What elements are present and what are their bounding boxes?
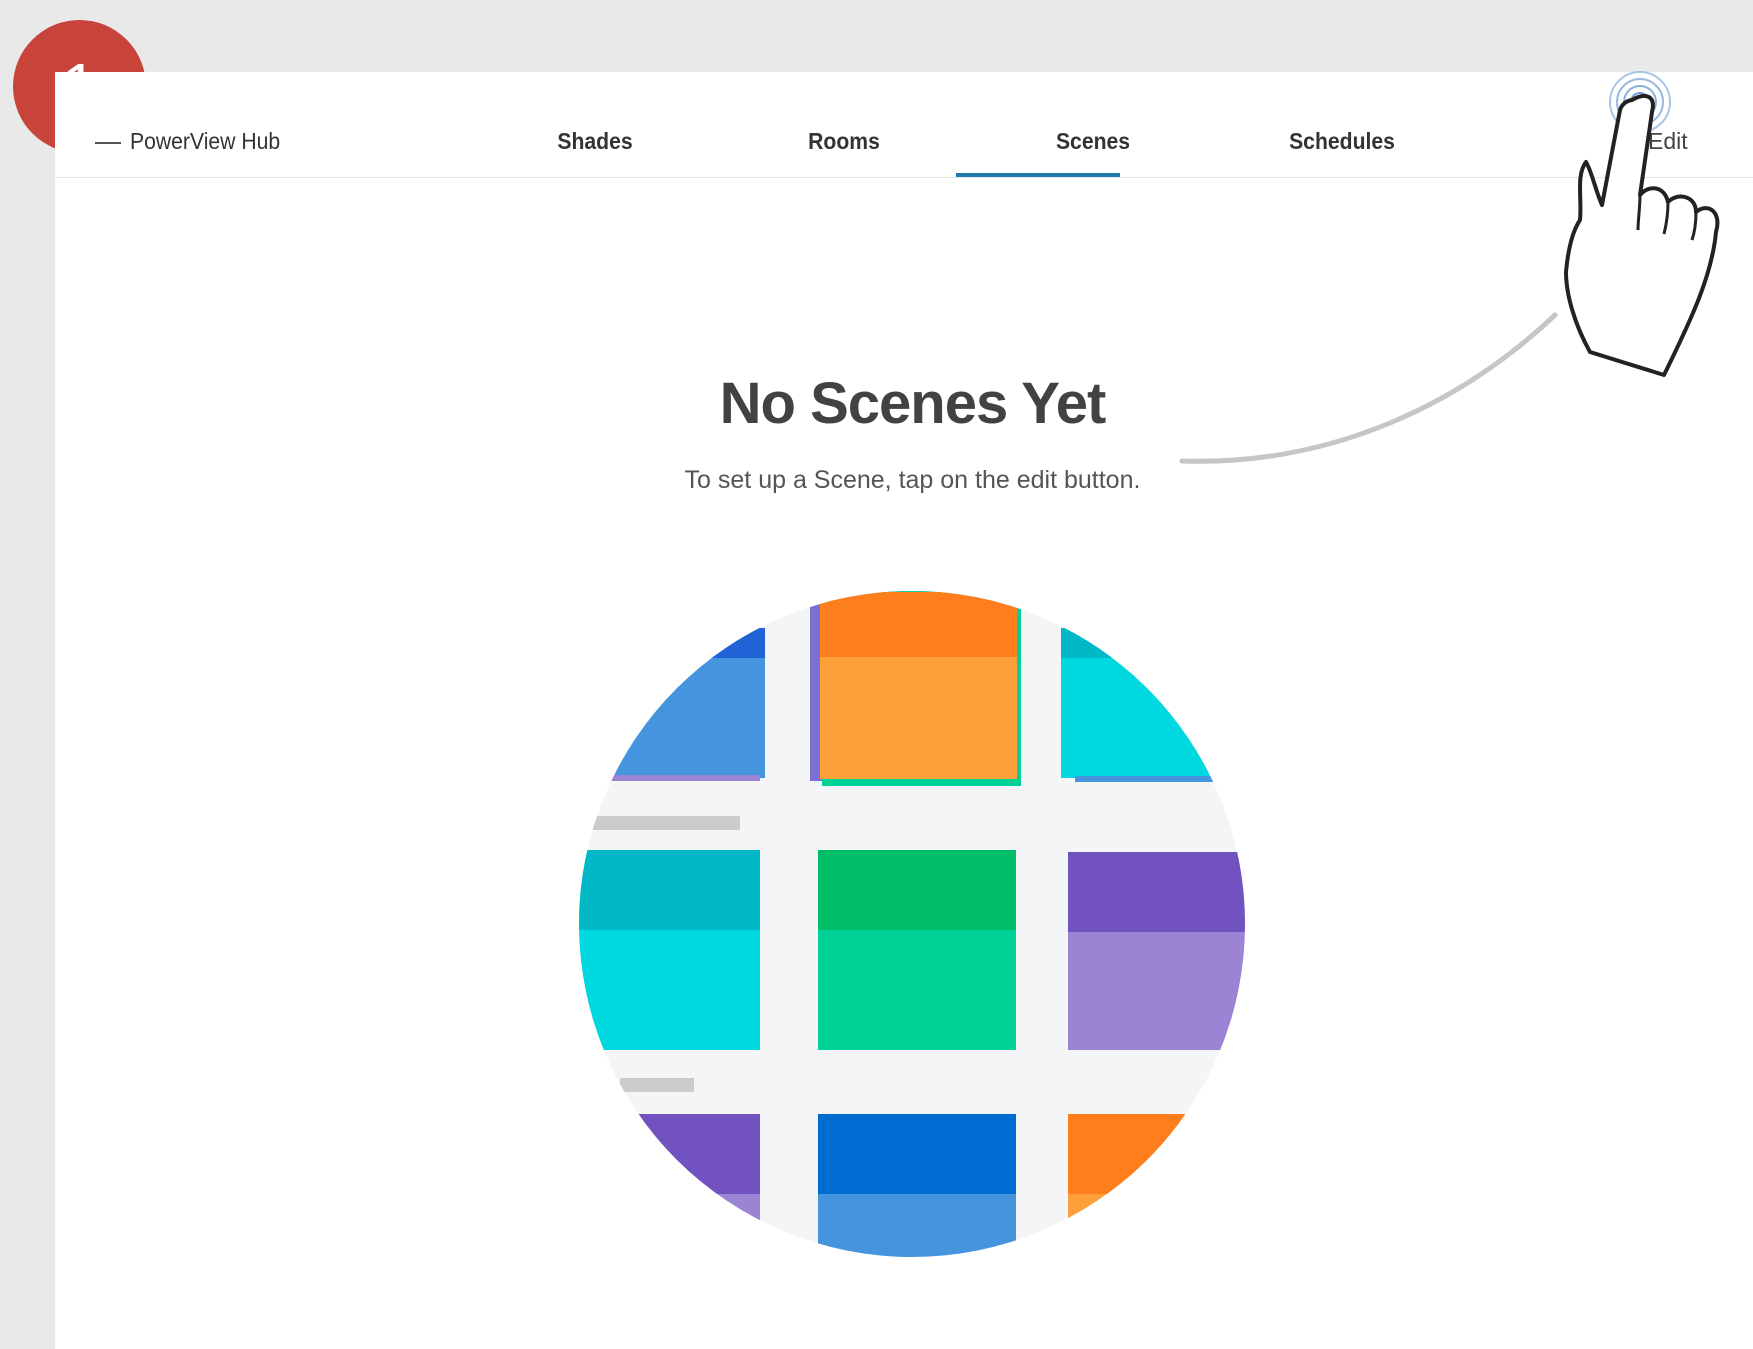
hub-name-label[interactable]: PowerView Hub <box>130 128 280 155</box>
app-panel <box>55 72 1753 1349</box>
hamburger-icon[interactable] <box>95 142 121 144</box>
tab-rooms[interactable]: Rooms <box>752 128 936 155</box>
top-nav-bar: PowerView Hub Shades Rooms Scenes Schedu… <box>55 72 1753 178</box>
edit-button[interactable]: Edit <box>1648 128 1688 155</box>
tab-shades[interactable]: Shades <box>503 128 687 155</box>
empty-state-subtitle: To set up a Scene, tap on the edit butto… <box>684 466 1141 494</box>
tab-schedules[interactable]: Schedules <box>1250 128 1434 155</box>
tab-scenes[interactable]: Scenes <box>1001 128 1185 155</box>
empty-state-title: No Scenes Yet <box>719 371 1107 436</box>
active-tab-indicator <box>956 173 1120 177</box>
